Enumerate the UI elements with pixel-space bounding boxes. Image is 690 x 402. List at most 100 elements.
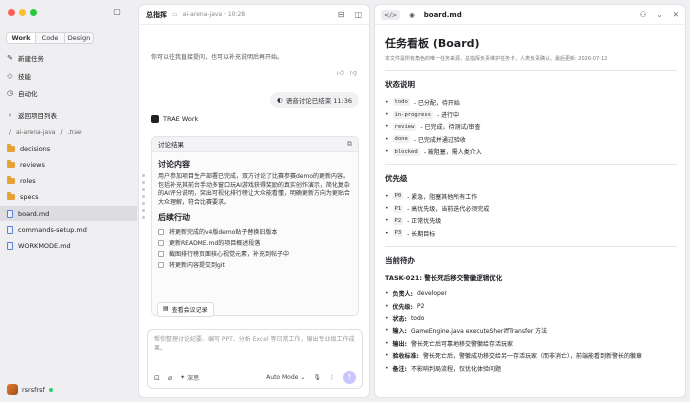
document-panel: </> ◉ board.md ⚇ ⌄ ✕ 任务看板 (Board) 本文件是所有… bbox=[374, 4, 686, 398]
breadcrumb: / ai-arena-java / .trae bbox=[9, 129, 82, 136]
markdown-file-icon bbox=[7, 209, 13, 218]
copy-icon[interactable]: ⧉ bbox=[347, 140, 352, 149]
checkbox[interactable] bbox=[158, 239, 164, 246]
task-field: 验收标准:警长死亡后，警徽成功移交给另一存活玩家（而非消亡），前端能看到新警长的… bbox=[385, 349, 677, 361]
chevron-down-icon: ⌄ bbox=[300, 374, 306, 381]
file-item-reviews[interactable]: reviews bbox=[0, 157, 137, 172]
folder-icon bbox=[7, 160, 15, 168]
user-profile[interactable]: rsrsfrsf bbox=[7, 384, 53, 395]
view-notes-button[interactable]: ▤ 查看会议记录 bbox=[157, 302, 214, 317]
microphone-icon[interactable]: 🎙︎ bbox=[313, 374, 321, 381]
trae-logo-icon bbox=[151, 115, 159, 123]
thumbs-up-icon[interactable]: 👍︎ bbox=[337, 68, 344, 77]
nav-new-task[interactable]: ✎ 新建任务 bbox=[6, 51, 44, 64]
user-name: rsrsfrsf bbox=[22, 385, 45, 394]
tab-design[interactable]: Design bbox=[65, 33, 93, 43]
file-item-commands-setup[interactable]: commands-setup.md bbox=[0, 222, 137, 237]
document-content: 任务看板 (Board) 本文件是所有角色的唯一任务来源，总指挥负责维护任务卡，… bbox=[375, 25, 685, 397]
automation-icon: ◷ bbox=[6, 88, 14, 97]
breadcrumb-project[interactable]: ai-arena-java bbox=[16, 129, 55, 136]
todo-item[interactable]: 将更新内容提交到git bbox=[158, 259, 352, 270]
file-name: decisions bbox=[20, 144, 51, 153]
checkbox[interactable] bbox=[158, 261, 164, 268]
more-icon[interactable]: ⋮ bbox=[329, 374, 335, 381]
file-name: WORKMODE.md bbox=[18, 241, 71, 250]
todo-item[interactable]: 将更新完成的v4版demo贴子替换旧版本 bbox=[158, 226, 352, 237]
view-notes-label: 查看会议记录 bbox=[171, 307, 208, 314]
task-field: 状态:todo bbox=[385, 312, 677, 324]
layout-icon[interactable]: ⊟ bbox=[338, 10, 345, 19]
markdown-file-icon bbox=[7, 225, 13, 234]
discussion-text: 用户参加项目生产部署已完成，双方讨论了比赛参赛demo的更新内容。包括补充其前台… bbox=[158, 173, 350, 206]
mode-select[interactable]: Auto Mode ⌄ bbox=[266, 374, 305, 381]
think-toggle[interactable]: ✦ 深思 bbox=[180, 373, 199, 382]
app-window: ▢ Work Code Design ✎ 新建任务 ◇ 技能 ◷ 自动化 ‹ 返… bbox=[0, 0, 690, 402]
think-label: 深思 bbox=[187, 375, 200, 382]
checkbox[interactable] bbox=[158, 228, 164, 235]
arrow-left-icon: ‹ bbox=[8, 110, 12, 119]
sidebar-toggle-icon[interactable]: ▢ bbox=[112, 7, 122, 17]
status-heading: 状态说明 bbox=[385, 80, 415, 89]
breadcrumb-root[interactable]: / bbox=[9, 129, 11, 136]
file-name: reviews bbox=[20, 160, 45, 169]
tab-work[interactable]: Work bbox=[7, 33, 36, 43]
back-to-projects-label: 返回项目列表 bbox=[18, 111, 57, 120]
skills-icon: ◇ bbox=[7, 71, 13, 80]
task-field: 优先级:P2 bbox=[385, 300, 677, 312]
attach-file-icon[interactable]: ⊡ bbox=[154, 374, 160, 382]
tab-code[interactable]: Code bbox=[36, 33, 65, 43]
chat-header: 总指挥 ▭ ai-arena-java · 10:28 ⊟ ◫ bbox=[139, 5, 369, 25]
scroll-indicator bbox=[142, 174, 145, 219]
todo-item[interactable]: 截图排行榜页面核心视觉元素，补充到帖子中 bbox=[158, 248, 352, 259]
sidebar: ▢ Work Code Design ✎ 新建任务 ◇ 技能 ◷ 自动化 ‹ 返… bbox=[0, 0, 137, 402]
sparkle-icon: ✦ bbox=[180, 374, 186, 381]
file-item-workmode[interactable]: WORKMODE.md bbox=[0, 238, 137, 253]
user-message-text: 语音讨论已结束 11:36 bbox=[285, 97, 352, 105]
back-to-projects[interactable]: ‹ 返回项目列表 bbox=[6, 108, 57, 121]
share-icon[interactable]: ⚇ bbox=[640, 10, 647, 19]
close-icon[interactable]: ✕ bbox=[673, 10, 679, 19]
source-view-button[interactable]: </> bbox=[381, 9, 401, 20]
task-field: 备注:不影响判局流程，仅优化体验问题 bbox=[385, 362, 677, 374]
task-field: 输入:GameEngine.java executeSheriffTransfe… bbox=[385, 325, 677, 337]
file-item-specs[interactable]: specs bbox=[0, 189, 137, 204]
todo-label: 将更新内容提交到git bbox=[169, 262, 225, 269]
message-input[interactable] bbox=[154, 334, 358, 358]
thumbs-down-icon[interactable]: 👎︎ bbox=[350, 68, 357, 77]
agent-label: TRAE Work bbox=[151, 115, 198, 123]
section-heading: 讨论内容 bbox=[158, 160, 190, 169]
message-composer: ⊡ ⌀ ✦ 深思 Auto Mode ⌄ 🎙︎ ⋮ ↑ bbox=[147, 329, 363, 389]
panel-icon[interactable]: ◫ bbox=[354, 10, 362, 19]
send-button[interactable]: ↑ bbox=[343, 371, 356, 384]
breadcrumb-folder[interactable]: .trae bbox=[68, 129, 82, 136]
status-item: todo- 已分配，待开始 bbox=[385, 96, 677, 108]
close-window-button[interactable] bbox=[8, 9, 15, 16]
file-item-board[interactable]: board.md bbox=[0, 206, 137, 221]
todo-label: 更新README.md的项目概述段落 bbox=[169, 240, 261, 247]
nav-automation[interactable]: ◷ 自动化 bbox=[6, 86, 38, 99]
folder-small-icon: ▭ bbox=[172, 11, 178, 18]
agent-name: TRAE Work bbox=[163, 115, 199, 123]
document-meta: 本文件是所有角色的唯一任务来源，总指挥负责维护任务卡，人类负责确认。最后更新: … bbox=[385, 56, 608, 62]
file-name: roles bbox=[20, 176, 36, 185]
preview-eye-icon[interactable]: ◉ bbox=[406, 10, 418, 20]
chat-title: 总指挥 bbox=[146, 10, 167, 19]
file-name: specs bbox=[20, 192, 39, 201]
file-item-roles[interactable]: roles bbox=[0, 173, 137, 188]
nav-skills[interactable]: ◇ 技能 bbox=[6, 69, 31, 82]
mode-switch: Work Code Design bbox=[6, 32, 94, 44]
file-item-decisions[interactable]: decisions bbox=[0, 141, 137, 156]
paperclip-icon[interactable]: ⌀ bbox=[168, 374, 172, 382]
priority-item: P2- 正常优先级 bbox=[385, 215, 677, 227]
document-header: </> ◉ board.md ⚇ ⌄ ✕ bbox=[375, 5, 685, 25]
minimize-window-button[interactable] bbox=[19, 9, 26, 16]
task-title: TASK-021: 警长死后移交警徽逻辑优化 bbox=[385, 273, 503, 282]
todo-item[interactable]: 更新README.md的项目概述段落 bbox=[158, 237, 352, 248]
checkbox[interactable] bbox=[158, 250, 164, 257]
discussion-result-card: 讨论结果 ⧉ 讨论内容 用户参加项目生产部署已完成，双方讨论了比赛参赛demo的… bbox=[151, 136, 359, 316]
card-header: 讨论结果 ⧉ bbox=[152, 137, 358, 152]
maximize-window-button[interactable] bbox=[30, 9, 37, 16]
user-message: ◐ 语音讨论已结束 11:36 bbox=[270, 92, 359, 108]
chat-subtitle: ai-arena-java · 10:28 bbox=[182, 11, 246, 18]
more-options-icon[interactable]: ⌄ bbox=[656, 10, 662, 19]
